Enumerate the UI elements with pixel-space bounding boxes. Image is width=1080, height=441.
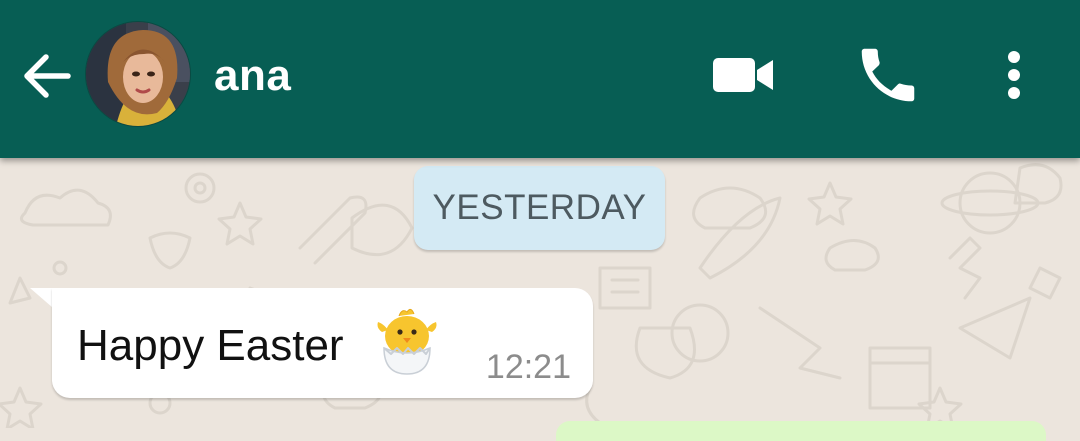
more-options-button[interactable] bbox=[980, 40, 1048, 110]
contact-name[interactable]: ana bbox=[214, 48, 291, 104]
phone-icon bbox=[861, 48, 915, 102]
video-call-button[interactable] bbox=[707, 40, 777, 110]
video-camera-icon bbox=[713, 58, 773, 92]
more-vertical-icon bbox=[1008, 51, 1020, 99]
voice-call-button[interactable] bbox=[853, 40, 923, 110]
back-button[interactable] bbox=[18, 46, 78, 106]
hatching-chick-icon bbox=[377, 308, 437, 375]
message-text: Happy Easter bbox=[77, 321, 344, 370]
message-time: 12:21 bbox=[485, 348, 571, 386]
outgoing-message[interactable] bbox=[556, 421, 1046, 441]
incoming-message[interactable]: Happy Easter 12:21 bbox=[52, 288, 593, 398]
arrow-left-icon bbox=[24, 54, 71, 98]
date-separator: YESTERDAY bbox=[414, 166, 665, 250]
chat-header: ana bbox=[0, 0, 1080, 158]
avatar[interactable] bbox=[85, 21, 191, 127]
